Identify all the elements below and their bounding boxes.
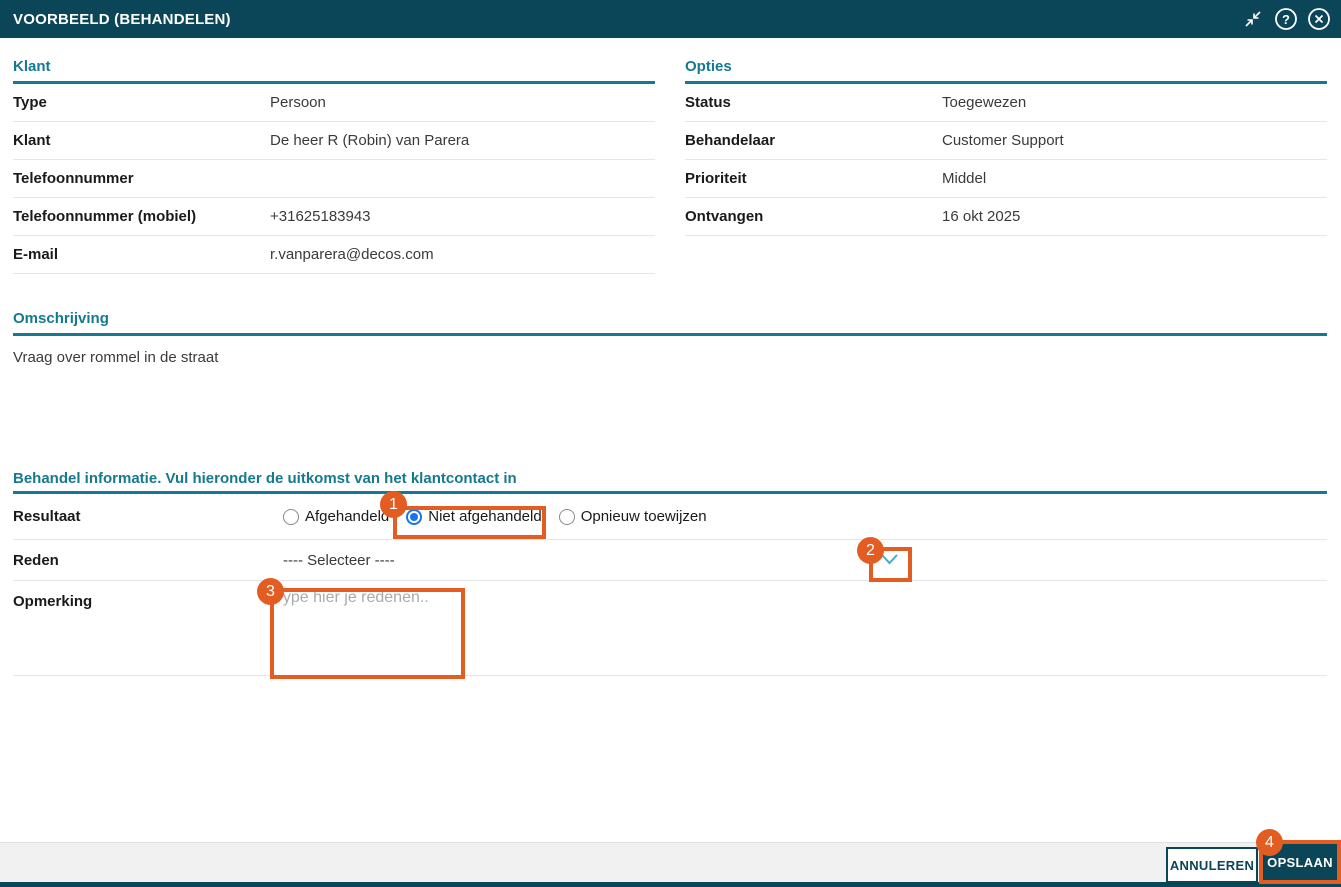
save-button-highlight: OPSLAAN — [1259, 840, 1341, 884]
field-row-telefoonnummer-mobiel: Telefoonnummer (mobiel) +31625183943 — [13, 198, 655, 236]
dialog-title: VOORBEELD (BEHANDELEN) — [13, 10, 231, 28]
section-klant-title: Klant — [13, 58, 655, 84]
radio-circle[interactable] — [406, 508, 423, 525]
titlebar-icons: ? — [1241, 7, 1331, 31]
section-opties-title: Opties — [685, 58, 1327, 84]
footer-bar — [0, 842, 1341, 882]
field-row-telefoonnummer: Telefoonnummer — [13, 160, 655, 198]
field-row-status: Status Toegewezen — [685, 84, 1327, 122]
save-button[interactable]: OPSLAAN — [1263, 844, 1337, 880]
field-value: r.vanparera@decos.com — [270, 246, 434, 263]
radio-opnieuw-toewijzen[interactable]: Opnieuw toewijzen — [558, 508, 707, 525]
radio-circle[interactable] — [558, 508, 575, 525]
field-label: Type — [13, 94, 47, 111]
radio-label[interactable]: Niet afgehandeld — [428, 508, 541, 525]
resultaat-label: Resultaat — [13, 508, 81, 525]
field-value: Middel — [942, 170, 987, 187]
field-label: E-mail — [13, 246, 59, 263]
field-value: Customer Support — [942, 132, 1064, 149]
field-row-type: Type Persoon — [13, 84, 655, 122]
field-row-prioriteit: Prioriteit Middel — [685, 160, 1327, 198]
field-row-behandelaar: Behandelaar Customer Support — [685, 122, 1327, 160]
bottom-border-strip — [0, 882, 1341, 887]
field-row-klant: Klant De heer R (Robin) van Parera — [13, 122, 655, 160]
field-label: Ontvangen — [685, 208, 764, 225]
section-opties: Opties Status Toegewezen Behandelaar Cus… — [685, 58, 1327, 236]
radio-niet-afgehandeld[interactable]: Niet afgehandeld — [406, 508, 542, 525]
chevron-down-icon[interactable] — [880, 553, 899, 570]
opmerking-label: Opmerking — [13, 593, 93, 610]
field-value: +31625183943 — [270, 208, 371, 225]
opmerking-row: Opmerking — [13, 581, 1327, 676]
field-label: Telefoonnummer (mobiel) — [13, 208, 197, 225]
field-label: Prioriteit — [685, 170, 747, 187]
radio-label[interactable]: Afgehandeld — [305, 508, 389, 525]
reden-row: Reden ---- Selecteer ---- — [13, 540, 1327, 581]
radio-label[interactable]: Opnieuw toewijzen — [581, 508, 707, 525]
section-klant: Klant Type Persoon Klant De heer R (Robi… — [13, 58, 655, 274]
svg-text:?: ? — [1282, 12, 1290, 27]
field-row-email: E-mail r.vanparera@decos.com — [13, 236, 655, 274]
field-value: 16 okt 2025 — [942, 208, 1021, 225]
field-value: Persoon — [270, 94, 326, 111]
field-row-ontvangen: Ontvangen 16 okt 2025 — [685, 198, 1327, 236]
field-value: Toegewezen — [942, 94, 1027, 111]
dialog-voorbeeld-behandelen: VOORBEELD (BEHANDELEN) ? Klant Type Pers… — [0, 0, 1341, 887]
field-value: De heer R (Robin) van Parera — [270, 132, 470, 149]
section-behandel-informatie: Behandel informatie. Vul hieronder de ui… — [13, 470, 1327, 676]
help-icon[interactable]: ? — [1274, 7, 1298, 31]
section-omschrijving: Omschrijving Vraag over rommel in de str… — [13, 310, 1327, 366]
cancel-button[interactable]: ANNULEREN — [1166, 847, 1258, 883]
resultaat-radio-group: Afgehandeld Niet afgehandeld Opnieuw toe… — [283, 508, 707, 525]
dialog-titlebar: VOORBEELD (BEHANDELEN) ? — [0, 0, 1341, 38]
resultaat-row: Resultaat Afgehandeld Niet afgehandeld O… — [13, 494, 1327, 540]
field-label: Telefoonnummer — [13, 170, 134, 187]
opmerking-textarea[interactable] — [274, 589, 462, 669]
field-label: Behandelaar — [685, 132, 776, 149]
collapse-icon[interactable] — [1241, 7, 1265, 31]
radio-afgehandeld[interactable]: Afgehandeld — [283, 508, 389, 525]
reden-select[interactable]: ---- Selecteer ---- — [270, 552, 395, 569]
close-icon[interactable] — [1307, 7, 1331, 31]
omschrijving-text: Vraag over rommel in de straat — [13, 349, 219, 366]
section-omschrijving-title: Omschrijving — [13, 310, 1327, 336]
radio-circle[interactable] — [283, 508, 299, 525]
reden-label: Reden — [13, 551, 59, 569]
field-label: Status — [685, 94, 731, 111]
section-behandel-title: Behandel informatie. Vul hieronder de ui… — [13, 470, 1327, 494]
field-label: Klant — [13, 132, 51, 149]
